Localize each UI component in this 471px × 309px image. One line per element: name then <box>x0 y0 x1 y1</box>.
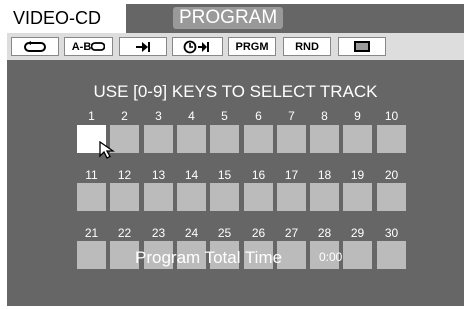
track-number-label: 7 <box>288 109 295 123</box>
track-number-label: 22 <box>117 226 132 240</box>
program-screen: VIDEO-CD PROGRAM A-B PRGM RND USE [0-9] … <box>7 4 464 306</box>
total-time-value: 0:00 <box>319 250 343 264</box>
time-search-button[interactable] <box>172 37 223 56</box>
track-slot-15[interactable] <box>210 183 239 211</box>
total-time-label: Program Total Time <box>135 248 283 267</box>
track-number-label: 4 <box>188 109 195 123</box>
track-slot-7[interactable] <box>277 125 306 153</box>
track-number-label: 25 <box>217 226 232 240</box>
track-number-label: 20 <box>384 168 399 182</box>
track-slot-8[interactable] <box>310 125 339 153</box>
random-button[interactable]: RND <box>283 37 331 56</box>
pointer-cursor-icon <box>99 141 115 159</box>
track-number-label: 16 <box>251 168 266 182</box>
track-number-label: 13 <box>151 168 166 182</box>
function-toolbar: A-B PRGM RND <box>7 33 464 60</box>
track-number-label: 12 <box>117 168 132 182</box>
track-number-label: 23 <box>151 226 166 240</box>
track-number-label: 6 <box>255 109 262 123</box>
display-button[interactable] <box>338 37 386 56</box>
track-number-label: 30 <box>384 226 399 240</box>
track-number-label: 2 <box>121 109 128 123</box>
track-slot-18[interactable] <box>310 183 339 211</box>
track-slot-3[interactable] <box>144 125 173 153</box>
track-slot-10[interactable] <box>377 125 406 153</box>
track-slot-6[interactable] <box>244 125 273 153</box>
track-slot-19[interactable] <box>343 183 372 211</box>
intro-scan-button[interactable] <box>119 37 167 56</box>
track-slot-16[interactable] <box>244 183 273 211</box>
time-search-icon <box>183 40 209 53</box>
instruction-text: USE [0-9] KEYS TO SELECT TRACK <box>93 82 378 101</box>
track-slot-17[interactable] <box>277 183 306 211</box>
track-number-label: 24 <box>184 226 199 240</box>
track-number-label: 18 <box>317 168 332 182</box>
track-number-label: 19 <box>350 168 365 182</box>
track-number-label: 21 <box>84 226 99 240</box>
track-slot-13[interactable] <box>144 183 173 211</box>
track-number-label: 28 <box>317 226 332 240</box>
track-slot-9[interactable] <box>343 125 372 153</box>
track-number-label: 29 <box>350 226 365 240</box>
ab-repeat-label: A-B <box>71 40 92 53</box>
track-number-label: 27 <box>284 226 299 240</box>
track-slot-11[interactable] <box>77 183 106 211</box>
track-number-label: 26 <box>251 226 266 240</box>
track-number-label: 5 <box>221 109 228 123</box>
screen-title: PROGRAM <box>173 7 284 29</box>
track-number-label: 8 <box>321 109 328 123</box>
track-number-label: 1 <box>88 109 95 123</box>
track-number-label: 10 <box>384 109 399 123</box>
track-slot-30[interactable] <box>377 241 406 269</box>
track-slot-5[interactable] <box>210 125 239 153</box>
ab-repeat-button[interactable]: A-B <box>64 37 113 56</box>
program-button[interactable]: PRGM <box>228 37 276 56</box>
track-slot-29[interactable] <box>343 241 372 269</box>
screen-icon <box>354 40 370 52</box>
track-number-label: 17 <box>284 168 299 182</box>
track-number-label: 14 <box>184 168 199 182</box>
repeat-icon <box>91 42 106 51</box>
track-slot-21[interactable] <box>77 241 106 269</box>
track-number-label: 15 <box>217 168 232 182</box>
track-slot-4[interactable] <box>177 125 206 153</box>
intro-scan-icon <box>136 41 150 52</box>
repeat-button[interactable] <box>11 37 59 56</box>
track-number-label: 3 <box>155 109 162 123</box>
track-slot-14[interactable] <box>177 183 206 211</box>
repeat-icon <box>24 40 46 52</box>
track-slot-12[interactable] <box>110 183 139 211</box>
track-number-label: 11 <box>85 168 98 182</box>
title-bar: PROGRAM <box>126 4 464 33</box>
track-number-label: 9 <box>354 109 361 123</box>
track-slot-20[interactable] <box>377 183 406 211</box>
mode-tab[interactable]: VIDEO-CD <box>7 4 126 33</box>
